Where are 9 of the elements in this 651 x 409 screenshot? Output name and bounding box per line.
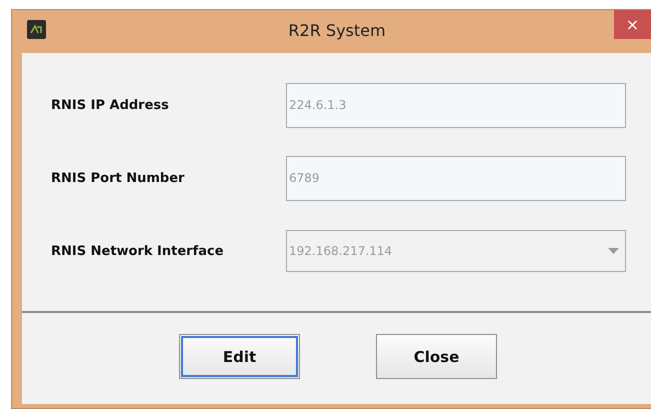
dialog-button[interactable]: Close [376,334,497,379]
field-label: RNIS Network Interface [50,244,225,258]
caret-icon [608,248,619,254]
field-label: RNIS IP Address [50,98,170,112]
dialog-button[interactable]: Edit [179,334,300,379]
app-icon [27,20,46,39]
close-button[interactable]: × [614,10,651,39]
field-label: RNIS Port Number [50,170,186,186]
window-title: R2R System [288,21,386,40]
